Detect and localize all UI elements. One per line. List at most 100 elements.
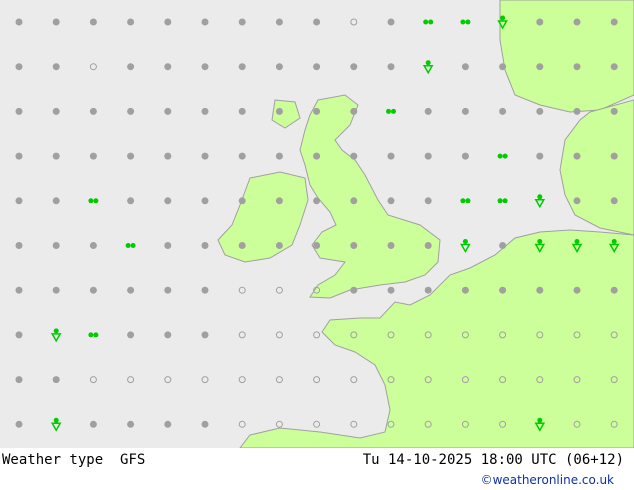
- overcast-dot-icon: [15, 18, 23, 26]
- overcast-dot-icon: [275, 18, 283, 26]
- overcast-dot-icon: [573, 63, 581, 71]
- overcast-dot-icon: [350, 152, 358, 160]
- overcast-dot-icon: [89, 286, 97, 294]
- overcast-dot-icon: [15, 286, 23, 294]
- overcast-dot-icon: [238, 107, 246, 115]
- overcast-dot-icon: [313, 63, 321, 71]
- overcast-dot-icon: [275, 197, 283, 205]
- overcast-dot-icon: [461, 152, 469, 160]
- overcast-dot-icon: [15, 242, 23, 249]
- overcast-dot-icon: [610, 152, 618, 160]
- overcast-dot-icon: [461, 286, 469, 294]
- overcast-dot-icon: [52, 152, 60, 160]
- overcast-dot-icon: [52, 242, 60, 249]
- title-text: Weather type: [2, 452, 104, 468]
- overcast-dot-icon: [424, 286, 432, 294]
- overcast-dot-icon: [424, 107, 432, 115]
- overcast-dot-icon: [127, 63, 135, 71]
- overcast-dot-icon: [89, 242, 97, 249]
- overcast-dot-icon: [127, 197, 135, 205]
- overcast-dot-icon: [461, 107, 469, 115]
- overcast-dot-icon: [313, 242, 321, 249]
- overcast-dot-icon: [387, 242, 395, 249]
- overcast-dot-icon: [573, 197, 581, 205]
- overcast-dot-icon: [573, 286, 581, 294]
- overcast-dot-icon: [127, 18, 135, 26]
- overcast-dot-icon: [164, 18, 172, 26]
- weather-map: [0, 0, 634, 448]
- overcast-dot-icon: [536, 152, 544, 160]
- overcast-dot-icon: [52, 63, 60, 71]
- overcast-dot-icon: [573, 152, 581, 160]
- overcast-dot-icon: [499, 286, 507, 294]
- overcast-dot-icon: [164, 286, 172, 294]
- overcast-dot-icon: [313, 18, 321, 26]
- overcast-dot-icon: [127, 420, 135, 428]
- overcast-dot-icon: [15, 152, 23, 160]
- overcast-dot-icon: [350, 197, 358, 205]
- overcast-dot-icon: [573, 107, 581, 115]
- overcast-dot-icon: [127, 152, 135, 160]
- overcast-dot-icon: [201, 18, 209, 26]
- overcast-dot-icon: [164, 107, 172, 115]
- overcast-dot-icon: [275, 152, 283, 160]
- overcast-dot-icon: [52, 286, 60, 294]
- overcast-dot-icon: [610, 286, 618, 294]
- overcast-dot-icon: [52, 376, 60, 384]
- overcast-dot-icon: [238, 152, 246, 160]
- overcast-dot-icon: [164, 331, 172, 339]
- overcast-dot-icon: [201, 107, 209, 115]
- overcast-dot-icon: [201, 63, 209, 71]
- overcast-dot-icon: [238, 18, 246, 26]
- overcast-dot-icon: [424, 152, 432, 160]
- overcast-dot-icon: [201, 420, 209, 428]
- overcast-dot-icon: [610, 63, 618, 71]
- overcast-dot-icon: [499, 107, 507, 115]
- overcast-dot-icon: [536, 286, 544, 294]
- overcast-dot-icon: [89, 152, 97, 160]
- overcast-dot-icon: [89, 18, 97, 26]
- overcast-dot-icon: [461, 63, 469, 71]
- overcast-dot-icon: [15, 63, 23, 71]
- overcast-dot-icon: [164, 242, 172, 249]
- overcast-dot-icon: [424, 197, 432, 205]
- overcast-dot-icon: [52, 18, 60, 26]
- overcast-dot-icon: [201, 242, 209, 249]
- overcast-dot-icon: [387, 197, 395, 205]
- overcast-dot-icon: [201, 331, 209, 339]
- overcast-dot-icon: [201, 152, 209, 160]
- overcast-dot-icon: [275, 63, 283, 71]
- overcast-dot-icon: [387, 63, 395, 71]
- overcast-dot-icon: [350, 242, 358, 249]
- norway: [499, 0, 634, 113]
- credit-link[interactable]: ©weatheronline.co.uk: [481, 473, 614, 487]
- overcast-dot-icon: [164, 197, 172, 205]
- overcast-dot-icon: [350, 63, 358, 71]
- overcast-dot-icon: [238, 242, 246, 249]
- model-name: GFS: [120, 452, 146, 468]
- overcast-dot-icon: [238, 197, 246, 205]
- overcast-dot-icon: [536, 107, 544, 115]
- overcast-dot-icon: [424, 242, 432, 249]
- overcast-dot-icon: [275, 107, 283, 115]
- overcast-dot-icon: [610, 197, 618, 205]
- overcast-dot-icon: [536, 63, 544, 71]
- overcast-dot-icon: [499, 242, 507, 249]
- overcast-dot-icon: [15, 376, 23, 384]
- overcast-dot-icon: [201, 286, 209, 294]
- overcast-dot-icon: [52, 197, 60, 205]
- overcast-dot-icon: [89, 107, 97, 115]
- overcast-dot-icon: [164, 152, 172, 160]
- overcast-dot-icon: [536, 18, 544, 26]
- overcast-dot-icon: [164, 420, 172, 428]
- overcast-dot-icon: [15, 107, 23, 115]
- overcast-dot-icon: [350, 107, 358, 115]
- overcast-dot-icon: [387, 18, 395, 26]
- overcast-dot-icon: [499, 63, 507, 71]
- overcast-dot-icon: [387, 286, 395, 294]
- overcast-dot-icon: [201, 197, 209, 205]
- overcast-dot-icon: [313, 107, 321, 115]
- overcast-dot-icon: [15, 331, 23, 339]
- overcast-dot-icon: [313, 197, 321, 205]
- map-title: Weather type GFS: [2, 452, 145, 468]
